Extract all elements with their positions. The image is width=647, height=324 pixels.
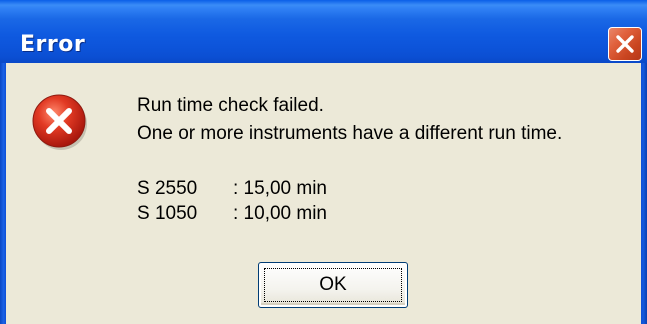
ok-button[interactable]: OK	[258, 262, 408, 308]
run-time-details: S 2550 : 15,00 min S 1050 : 10,00 min	[137, 176, 327, 226]
close-icon	[616, 35, 634, 53]
title-bar[interactable]: Error	[0, 0, 647, 63]
instrument-run-time: : 15,00 min	[233, 178, 327, 199]
instrument-run-time: : 10,00 min	[233, 203, 327, 224]
instrument-name: S 1050	[137, 203, 198, 224]
focus-rectangle	[264, 268, 402, 302]
close-button[interactable]	[608, 27, 642, 61]
window-border-left	[0, 63, 6, 324]
message-line-1: Run time check failed.	[137, 95, 324, 116]
error-icon	[32, 94, 87, 150]
detail-row: S 1050 : 10,00 min	[137, 201, 327, 226]
instrument-name: S 2550	[137, 178, 198, 199]
window-border-right	[641, 63, 647, 324]
window-title: Error	[20, 32, 86, 57]
detail-row: S 2550 : 15,00 min	[137, 176, 327, 201]
error-dialog-window: Error Run time check failed. One or more…	[0, 0, 647, 324]
error-message: Run time check failed. One or more instr…	[137, 92, 562, 148]
message-line-2: One or more instruments have a different…	[137, 123, 563, 144]
